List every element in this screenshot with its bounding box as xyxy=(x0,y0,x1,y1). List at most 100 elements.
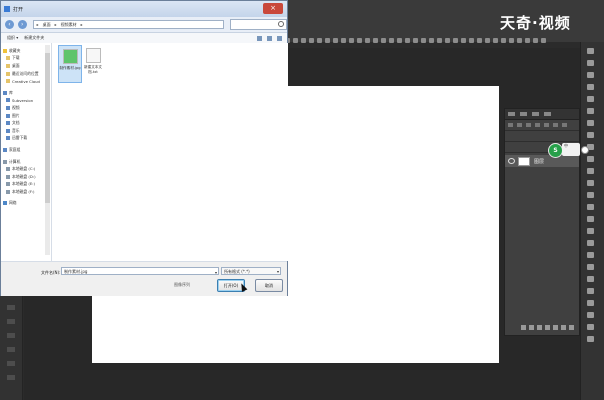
file-item[interactable]: 新建文本文档.txt xyxy=(82,45,104,81)
sidebar-item[interactable]: 文档 xyxy=(1,119,51,127)
tools-panel xyxy=(0,296,23,400)
dock-icon[interactable] xyxy=(587,132,594,138)
sidebar-item[interactable]: 桌面 xyxy=(1,62,51,70)
file-item[interactable]: 制作素材.jpg xyxy=(58,45,82,83)
breadcrumb-part[interactable]: 视频素材 xyxy=(61,22,77,28)
eye-icon[interactable] xyxy=(508,158,515,164)
sidebar-item[interactable]: Creative Cloud xyxy=(1,77,51,85)
sidebar-item[interactable]: 网络 xyxy=(1,200,51,208)
filetype-select[interactable]: 所有格式 (*.*) ▾ xyxy=(221,267,281,275)
sidebar-item[interactable]: 家庭组 xyxy=(1,146,51,154)
adjustment-icon[interactable] xyxy=(545,325,550,330)
sidebar-item[interactable]: 图片 xyxy=(1,112,51,120)
sidebar-item[interactable]: 本地磁盘 (D:) xyxy=(1,173,51,181)
dock-icon[interactable] xyxy=(587,180,594,186)
sidebar-item[interactable]: 本地磁盘 (C:) xyxy=(1,165,51,173)
dock-icon[interactable] xyxy=(587,288,594,294)
trash-icon[interactable] xyxy=(569,325,574,330)
dock-icon[interactable] xyxy=(587,72,594,78)
sidebar-item[interactable]: 计算机 xyxy=(1,158,51,166)
sidebar-item[interactable]: 下载 xyxy=(1,55,51,63)
sidebar-item-label: 桌面 xyxy=(12,62,20,68)
dock-icon[interactable] xyxy=(587,240,594,246)
dock-icon[interactable] xyxy=(587,336,594,342)
file-name: 制作素材.jpg xyxy=(59,66,81,70)
dock-icon[interactable] xyxy=(587,324,594,330)
sidebar-item-label: 最近访问的位置 xyxy=(12,70,39,76)
sidebar-item[interactable]: 最近访问的位置 xyxy=(1,70,51,78)
floating-badge[interactable]: S xyxy=(548,143,563,158)
layers-bottom-icons xyxy=(521,325,577,332)
file-name: 新建文本文档.txt xyxy=(84,65,102,74)
folder-icon xyxy=(6,71,10,76)
dock-icon[interactable] xyxy=(587,84,594,90)
forward-arrow-icon[interactable]: › xyxy=(17,20,27,29)
folder-icon xyxy=(6,63,10,68)
dock-icon[interactable] xyxy=(587,60,594,66)
fx-icon[interactable] xyxy=(529,325,534,330)
sidebar-item-label: 视频 xyxy=(12,104,20,110)
dock-icon[interactable] xyxy=(587,264,594,270)
layer-row[interactable]: 图层 xyxy=(505,155,579,167)
dock-icon[interactable] xyxy=(587,252,594,258)
new-folder-button[interactable]: 新建文件夹 xyxy=(24,35,44,41)
sidebar-item-label: 文档 xyxy=(12,120,20,126)
search-input[interactable] xyxy=(230,19,287,30)
dock-icon[interactable] xyxy=(587,192,594,198)
dock-icon[interactable] xyxy=(587,276,594,282)
sidebar-item[interactable]: 视频 xyxy=(1,104,51,112)
drive-icon xyxy=(6,167,10,172)
filename-input[interactable]: 制作素材.jpg ▾ xyxy=(61,267,219,275)
mask-icon[interactable] xyxy=(537,325,542,330)
open-file-dialog: 打开 × ‹ › ▸ 桌面 ▸ 视频素材 ▸ 组织 ▾ 新建文件夹 收藏夹 下载桌… xyxy=(0,0,288,296)
layers-filter-row[interactable] xyxy=(505,120,579,131)
dock-icon[interactable] xyxy=(587,204,594,210)
dialog-titlebar[interactable]: 打开 × xyxy=(1,1,287,17)
dock-icon[interactable] xyxy=(587,300,594,306)
dock-icon[interactable] xyxy=(587,156,594,162)
sidebar-item[interactable]: 音乐 xyxy=(1,127,51,135)
address-bar[interactable]: ▸ 桌面 ▸ 视频素材 ▸ xyxy=(32,20,225,29)
folder-icon[interactable] xyxy=(553,325,558,330)
cancel-button[interactable]: 取消 xyxy=(255,279,283,292)
sidebar-item[interactable]: 收藏夹 xyxy=(1,47,51,55)
floating-dot-icon[interactable] xyxy=(581,146,589,154)
dock-icon[interactable] xyxy=(587,168,594,174)
sidebar-item[interactable]: 本地磁盘 (F:) xyxy=(1,188,51,196)
image-sequence-checkbox[interactable]: 图像序列 xyxy=(174,282,190,288)
breadcrumb-part[interactable]: 桌面 xyxy=(43,22,51,28)
preview-pane-icon[interactable] xyxy=(267,35,272,41)
sidebar-item-label: Creative Cloud xyxy=(12,78,40,84)
help-icon[interactable] xyxy=(277,35,282,41)
sidebar-item-label: 本地磁盘 (F:) xyxy=(12,188,35,194)
layers-blend-row[interactable] xyxy=(505,131,579,142)
dock-icon[interactable] xyxy=(587,108,594,114)
sidebar-item-label: 本地磁盘 (C:) xyxy=(12,166,36,172)
close-button[interactable]: × xyxy=(263,3,283,14)
sidebar-item[interactable]: 本地磁盘 (E:) xyxy=(1,181,51,189)
sidebar-item[interactable]: Subversion xyxy=(1,97,51,105)
organize-button[interactable]: 组织 ▾ xyxy=(7,35,18,41)
dock-icon[interactable] xyxy=(587,312,594,318)
link-icon[interactable] xyxy=(521,325,526,330)
dock-icon[interactable] xyxy=(587,48,594,54)
navigation-pane: 收藏夹 下载 桌面最近访问的位置 Creative Cloud 库 Subversion 视… xyxy=(1,43,52,261)
view-options-icon[interactable] xyxy=(257,35,262,41)
sidebar-scrollbar[interactable] xyxy=(45,45,50,255)
floating-tag[interactable]: 中 xyxy=(562,143,580,156)
sidebar-item[interactable]: 库 xyxy=(1,89,51,97)
back-arrow-icon[interactable]: ‹ xyxy=(5,20,14,29)
new-layer-icon[interactable] xyxy=(561,325,566,330)
dock-icon[interactable] xyxy=(587,216,594,222)
layers-panel-tabs[interactable] xyxy=(505,109,579,120)
star-icon xyxy=(3,48,7,53)
dock-icon[interactable] xyxy=(587,120,594,126)
app-icon xyxy=(4,6,10,12)
chevron-down-icon[interactable]: ▾ xyxy=(215,269,217,277)
file-list: 制作素材.jpg 新建文本文档.txt xyxy=(52,43,288,261)
sidebar-item[interactable]: 迅雷下载 xyxy=(1,135,51,143)
dock-icon[interactable] xyxy=(587,228,594,234)
sidebar-item-label: 图片 xyxy=(12,112,20,118)
filename-value: 制作素材.jpg xyxy=(64,269,88,274)
dock-icon[interactable] xyxy=(587,96,594,102)
